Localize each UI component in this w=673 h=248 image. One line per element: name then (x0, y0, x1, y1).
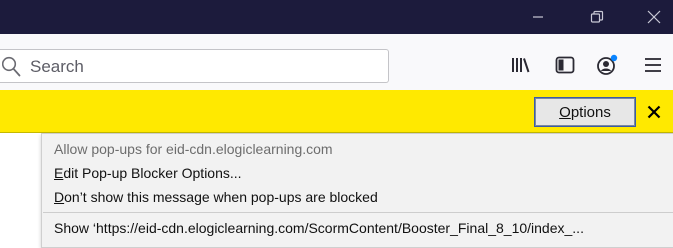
window-close-button[interactable] (631, 0, 673, 34)
options-button[interactable]: Options (534, 97, 636, 127)
edit-label-rest: dit Pop-up Blocker Options... (63, 165, 242, 181)
options-accel: O (559, 103, 571, 121)
menu-item-show-popup-url[interactable]: Show ‘https://eid-cdn.elogiclearning.com… (54, 220, 584, 236)
close-icon (647, 105, 661, 119)
minimize-button[interactable] (515, 0, 561, 34)
dont-accel: D (54, 189, 65, 205)
library-icon (512, 58, 530, 73)
menu-item-allow-popups[interactable]: Allow pop-ups for eid-cdn.elogiclearning… (54, 141, 333, 157)
menu-item-edit-blocker-options[interactable]: Edit Pop-up Blocker Options... (54, 165, 242, 181)
sidebar-icon (555, 56, 575, 74)
close-icon (647, 10, 661, 24)
popup-blocked-notification-bar: Options (0, 90, 673, 133)
search-icon (2, 56, 21, 77)
account-button[interactable] (594, 52, 620, 78)
minimize-icon (533, 16, 543, 18)
hamburger-menu-icon (645, 58, 661, 72)
open-menu-button[interactable] (640, 52, 666, 78)
restore-icon (590, 10, 604, 23)
navigation-toolbar: Search (0, 34, 673, 90)
dont-label-rest: on’t show this message when pop-ups are … (64, 189, 378, 205)
menu-separator (43, 212, 673, 213)
options-label-rest: ptions (570, 103, 611, 121)
menu-item-dont-show-message[interactable]: Don’t show this message when pop-ups are… (54, 189, 378, 205)
window-titlebar (0, 0, 673, 34)
library-button[interactable] (508, 52, 534, 78)
account-icon (597, 54, 618, 75)
notification-close-button[interactable] (642, 99, 666, 125)
popup-options-menu: Allow pop-ups for eid-cdn.elogiclearning… (41, 133, 673, 248)
restore-button[interactable] (574, 0, 620, 34)
sidebar-toggle-button[interactable] (552, 52, 578, 78)
search-bar[interactable]: Search (0, 49, 389, 83)
search-placeholder: Search (30, 57, 84, 76)
edit-accel: E (54, 165, 64, 181)
